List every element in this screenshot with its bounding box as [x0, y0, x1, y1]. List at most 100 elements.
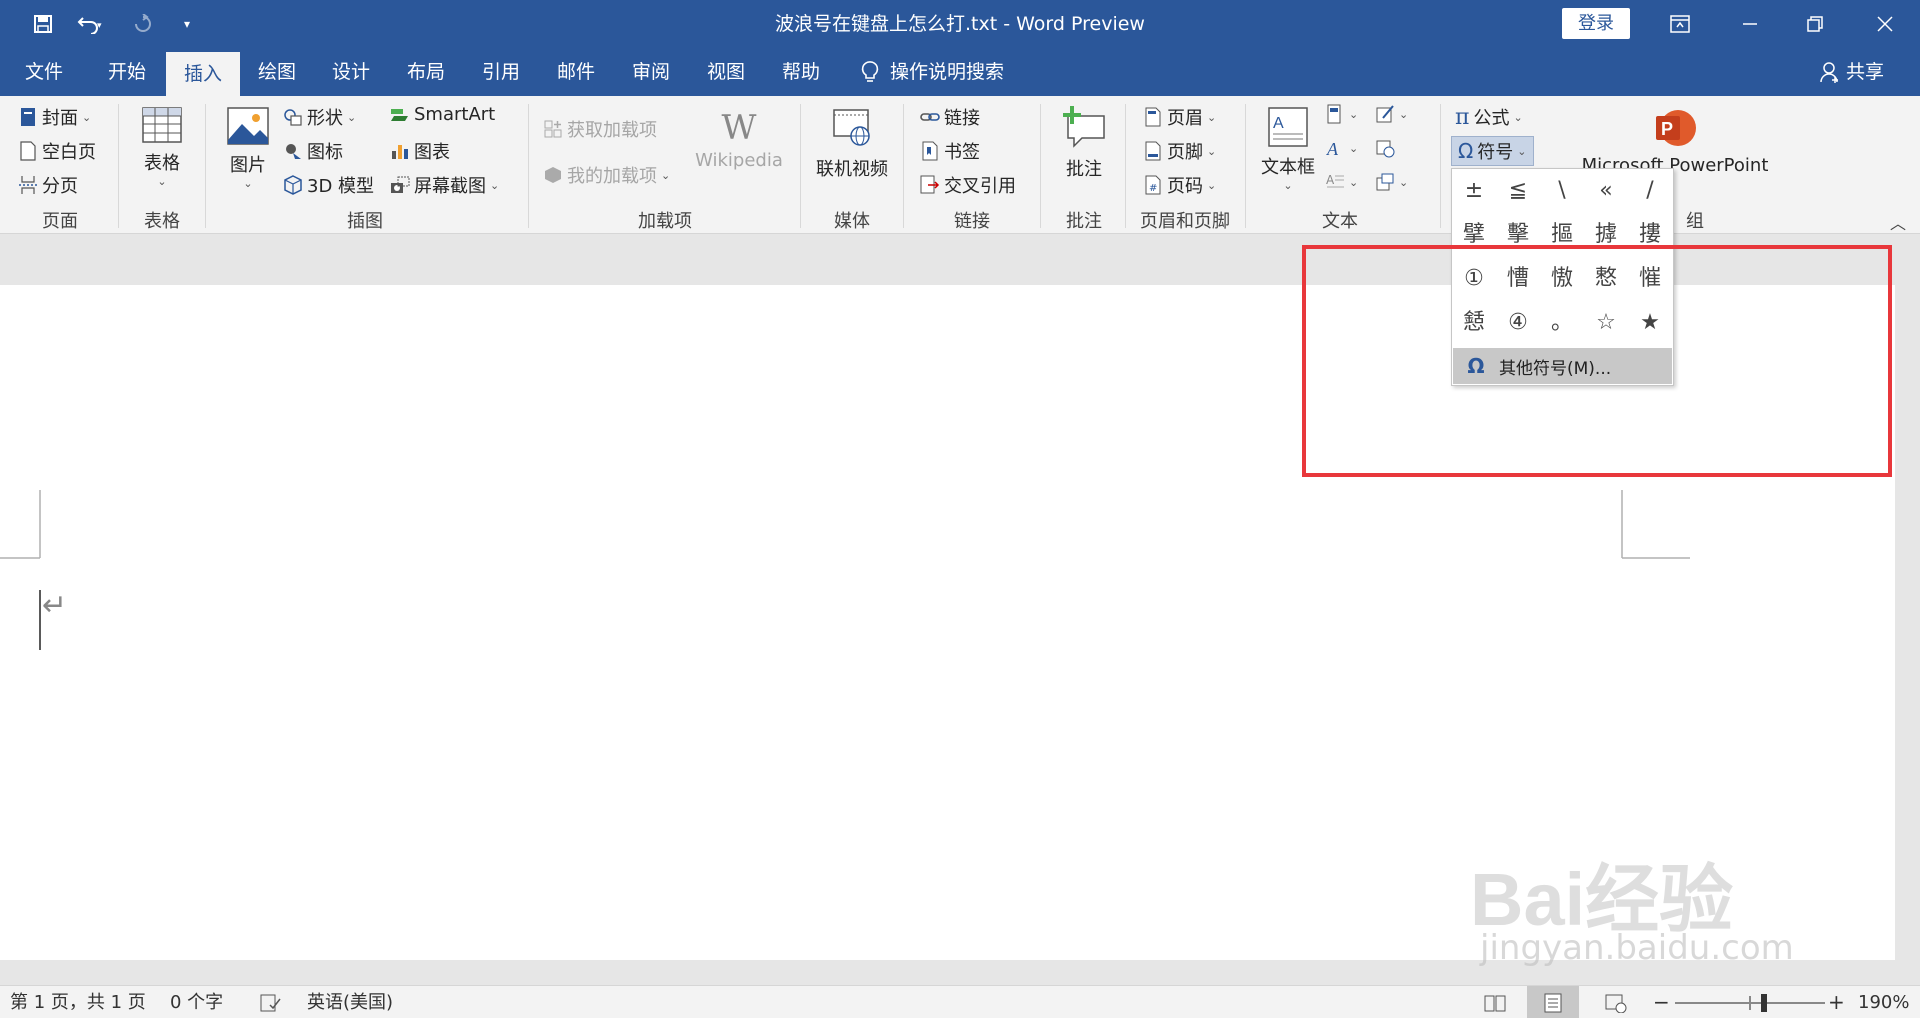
footer-label: 页脚	[1167, 142, 1203, 163]
watermark-url: jingyan.baidu.com	[1480, 928, 1794, 968]
page-count[interactable]: 第 1 页，共 1 页	[10, 986, 146, 1018]
vertical-scrollbar[interactable]	[1895, 235, 1920, 960]
table-button[interactable]: 表格 ⌄	[130, 106, 194, 188]
omega-icon: Ω	[1458, 139, 1474, 163]
symbol-cell[interactable]: /	[1628, 169, 1672, 213]
page-break-button[interactable]: 分页	[18, 172, 78, 198]
tell-me-label: 操作说明搜索	[890, 61, 1005, 83]
symbol-cell[interactable]: «	[1584, 169, 1628, 213]
tab-references[interactable]: 引用	[464, 48, 538, 96]
symbol-cell[interactable]: ±	[1452, 169, 1496, 213]
tell-me-search[interactable]: 操作说明搜索	[860, 48, 1004, 96]
language-status[interactable]: 英语(美国)	[307, 986, 393, 1018]
chart-button[interactable]: 图表	[390, 138, 450, 164]
zoom-slider[interactable]	[1675, 986, 1825, 1018]
bookmark-label: 书签	[944, 142, 980, 163]
read-mode-icon[interactable]	[1484, 986, 1506, 1018]
tab-home[interactable]: 开始	[88, 48, 166, 96]
symbol-cell[interactable]: \	[1540, 169, 1584, 213]
link-icon	[920, 113, 940, 121]
signature-line-icon	[1376, 105, 1394, 123]
tab-file[interactable]: 文件	[0, 48, 88, 96]
symbol-button[interactable]: Ω 符号 ⌄	[1451, 136, 1534, 166]
restore-icon[interactable]	[1790, 0, 1840, 48]
separator	[118, 104, 119, 228]
blank-page-button[interactable]: 空白页	[18, 138, 96, 164]
footer-button[interactable]: 页脚 ⌄	[1143, 138, 1216, 164]
shapes-label: 形状	[307, 108, 343, 129]
separator	[903, 104, 904, 228]
header-icon	[1145, 107, 1161, 127]
get-addins-button[interactable]: 获取加载项	[543, 116, 657, 142]
minimize-icon[interactable]	[1725, 0, 1775, 48]
ribbon-display-options-icon[interactable]	[1660, 0, 1700, 48]
zoom-out-button[interactable]: −	[1653, 986, 1670, 1018]
web-layout-icon[interactable]	[1605, 986, 1627, 1018]
object-icon	[1376, 173, 1394, 191]
icons-label: 图标	[307, 142, 343, 163]
quick-parts-button[interactable]: ⌄	[1325, 104, 1358, 124]
table-label: 表格	[144, 153, 180, 174]
tab-insert[interactable]: 插入	[166, 52, 240, 96]
proofing-icon[interactable]	[260, 986, 282, 1018]
equation-button[interactable]: π 公式 ⌄	[1455, 104, 1523, 130]
page-number-button[interactable]: # 页码 ⌄	[1143, 172, 1216, 198]
zoom-slider-thumb[interactable]	[1761, 994, 1767, 1012]
chevron-down-icon: ⌄	[157, 175, 167, 188]
print-layout-icon[interactable]	[1527, 986, 1579, 1018]
text-box-icon: A	[1268, 107, 1308, 147]
date-time-button[interactable]	[1375, 138, 1395, 158]
bookmark-button[interactable]: 书签	[920, 138, 980, 164]
tab-layout[interactable]: 布局	[388, 48, 464, 96]
share-button[interactable]: 共享	[1820, 48, 1884, 96]
collapse-ribbon-icon[interactable]: ︿	[1890, 210, 1906, 234]
object-button[interactable]: ⌄	[1375, 172, 1408, 192]
shapes-button[interactable]: 形状 ⌄	[283, 104, 356, 130]
tab-view[interactable]: 视图	[688, 48, 764, 96]
word-count[interactable]: 0 个字	[170, 986, 223, 1018]
header-footer-group-label: 页眉和页脚	[1140, 211, 1230, 232]
customize-quick-access-icon[interactable]: ▾	[175, 0, 199, 48]
separator	[205, 104, 206, 228]
smartart-button[interactable]: SmartArt	[390, 104, 495, 125]
close-icon[interactable]	[1860, 0, 1910, 48]
signature-line-button[interactable]: ⌄	[1375, 104, 1408, 124]
tab-help[interactable]: 帮助	[764, 48, 838, 96]
cross-reference-button[interactable]: 交叉引用	[920, 172, 1016, 198]
header-button[interactable]: 页眉 ⌄	[1143, 104, 1216, 130]
zoom-level[interactable]: 190%	[1858, 986, 1909, 1018]
tab-review[interactable]: 审阅	[614, 48, 688, 96]
symbol-cell[interactable]: ≦	[1496, 169, 1540, 213]
tab-draw[interactable]: 绘图	[240, 48, 314, 96]
blank-page-label: 空白页	[42, 142, 96, 163]
chart-label: 图表	[414, 142, 450, 163]
cover-page-button[interactable]: 封面 ⌄	[18, 104, 91, 130]
links-group-label: 链接	[954, 211, 990, 232]
screenshot-button[interactable]: 屏幕截图 ⌄	[390, 172, 499, 198]
powerpoint-button[interactable]: P Microsoft PowerPoint	[1575, 106, 1775, 176]
pictures-button[interactable]: 图片 ⌄	[220, 106, 276, 190]
3d-models-button[interactable]: 3D 模型	[283, 172, 374, 198]
undo-icon[interactable]: ▾	[70, 0, 110, 48]
drop-cap-button[interactable]: A ⌄	[1325, 172, 1358, 192]
separator	[1440, 104, 1441, 228]
zoom-in-button[interactable]: +	[1828, 986, 1845, 1018]
wordart-button[interactable]: A ⌄	[1325, 138, 1358, 158]
comments-group-label: 批注	[1066, 211, 1102, 232]
link-button[interactable]: 链接	[920, 104, 980, 130]
baidu-watermark: Bai经验 jingyan.baidu.com	[1470, 810, 1830, 970]
tab-mailings[interactable]: 邮件	[538, 48, 614, 96]
save-icon[interactable]	[28, 0, 58, 48]
text-box-button[interactable]: A 文本框 ⌄	[1255, 106, 1321, 192]
date-time-icon	[1376, 140, 1395, 158]
bookmark-icon	[922, 141, 938, 161]
tab-design[interactable]: 设计	[314, 48, 388, 96]
svg-text:A: A	[1326, 139, 1339, 158]
redo-icon[interactable]	[128, 0, 158, 48]
new-comment-button[interactable]: 批注	[1052, 106, 1116, 181]
icons-button[interactable]: 图标	[283, 138, 343, 164]
wikipedia-button[interactable]: W Wikipedia	[693, 106, 785, 171]
my-addins-button[interactable]: 我的加载项 ⌄	[543, 162, 670, 188]
sign-in-button[interactable]: 登录	[1562, 8, 1630, 39]
online-video-button[interactable]: 联机视频	[810, 106, 894, 181]
